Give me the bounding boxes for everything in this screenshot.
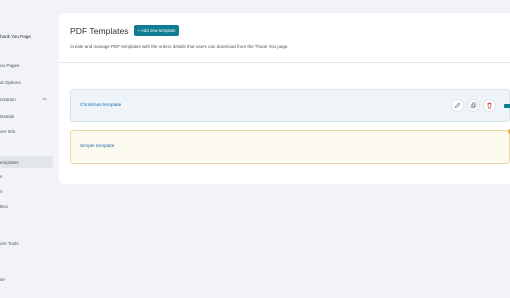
sidebar-item-products[interactable]: s — [0, 174, 2, 179]
sidebar-item-thank-you-page[interactable]: hank You Page — [0, 34, 31, 39]
pdf-templates-panel: PDF Templates + Add new template Create … — [59, 13, 510, 184]
pencil-icon — [454, 102, 461, 109]
page-description: Create and manage PDF templates with the… — [70, 44, 289, 49]
template-name[interactable]: Simple template — [80, 144, 114, 149]
sidebar-item-coupon[interactable]: n — [0, 189, 3, 194]
sidebar: hank You Page ou Pages al Options nizati… — [0, 0, 56, 298]
template-card[interactable]: Simple template — [70, 129, 510, 164]
chevron-up-icon[interactable] — [42, 97, 47, 101]
sidebar-item-license[interactable]: se — [0, 277, 5, 282]
add-new-template-button[interactable]: + Add new template — [133, 25, 180, 36]
panel-header: PDF Templates + Add new template — [70, 25, 180, 36]
template-toggle[interactable] — [504, 104, 510, 108]
sidebar-item-pdf-templates[interactable]: emplates — [0, 156, 53, 168]
sidebar-item-customization[interactable]: nization — [0, 97, 16, 102]
copy-icon — [470, 102, 477, 109]
divider — [59, 62, 510, 63]
delete-button[interactable] — [483, 99, 496, 112]
sidebar-item-customer-info[interactable]: ver Info — [0, 129, 15, 134]
sidebar-item-more-tools[interactable]: ore Tools — [0, 241, 19, 246]
template-name[interactable]: Christmas template — [80, 103, 121, 108]
sidebar-item-thank-you-pages[interactable]: ou Pages — [0, 63, 19, 68]
trash-icon — [487, 102, 492, 109]
sidebar-item-social-box[interactable]: Box — [0, 204, 8, 209]
duplicate-button[interactable] — [467, 99, 480, 112]
sidebar-item-order-details[interactable]: Details — [0, 114, 14, 119]
sidebar-item-general-options[interactable]: al Options — [0, 80, 21, 85]
template-card[interactable]: Christmas template — [70, 89, 510, 122]
page-title: PDF Templates — [70, 25, 129, 36]
edit-button[interactable] — [451, 99, 464, 112]
